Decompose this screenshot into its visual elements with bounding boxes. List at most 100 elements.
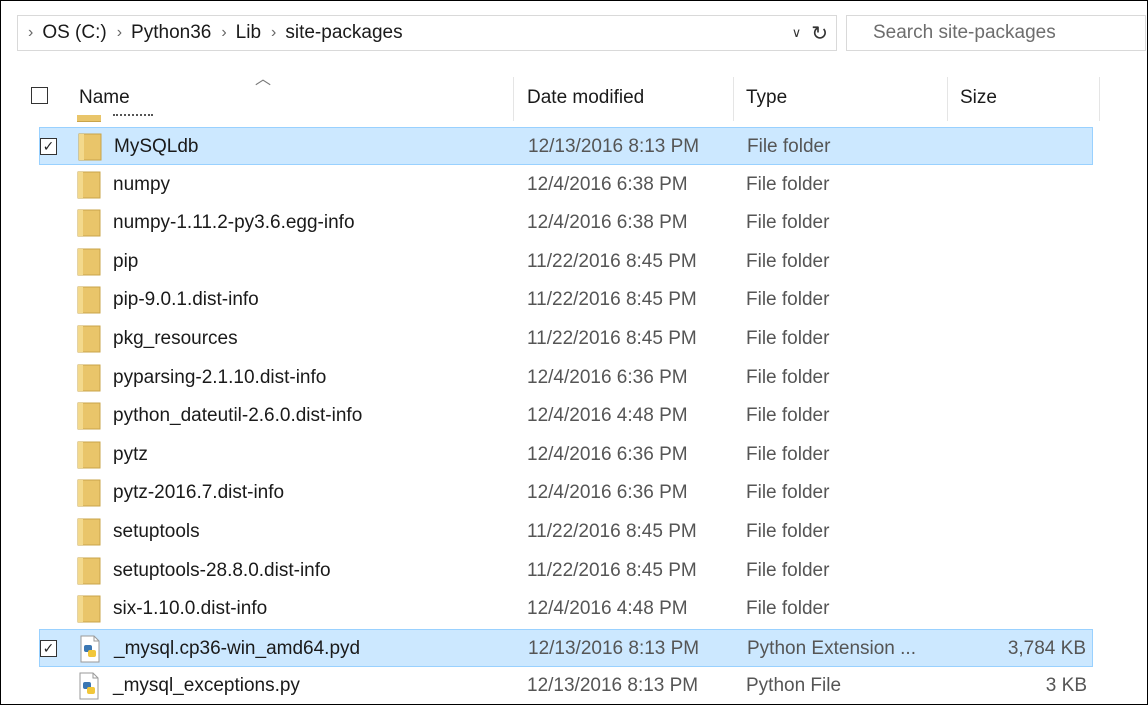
folder-icon — [77, 364, 101, 392]
file-size: 3,784 KB — [1007, 637, 1086, 659]
sort-ascending-icon: ︿ — [255, 71, 272, 88]
file-row[interactable]: pkg_resources 11/22/2016 8:45 PM File fold… — [39, 320, 1093, 358]
chevron-right-icon[interactable]: › — [271, 24, 276, 42]
python-file-icon — [77, 672, 101, 700]
search-input[interactable] — [873, 22, 1133, 44]
file-row[interactable]: numpy-1.11.2-py3.6.egg-info 12/4/2016 6:3… — [39, 204, 1093, 242]
column-size[interactable]: Size — [960, 87, 997, 109]
file-size: 3 KB — [1045, 675, 1087, 697]
file-row[interactable]: setuptools 11/22/2016 8:45 PM File folder — [39, 513, 1093, 551]
file-name: pip — [113, 250, 139, 272]
folder-icon — [77, 248, 101, 276]
chevron-right-icon[interactable]: › — [117, 24, 122, 42]
file-row[interactable]: python_dateutil-2.6.0.dist-info 12/4/2016… — [39, 397, 1093, 435]
breadcrumb-site-packages[interactable]: site-packages — [285, 22, 402, 44]
breadcrumb-drive[interactable]: OS (C:) — [42, 22, 106, 44]
file-row[interactable]: setuptools-28.8.0.dist-info 11/22/2016 8:… — [39, 552, 1093, 590]
file-name: numpy — [113, 173, 171, 195]
file-date-modified: 12/13/2016 8:13 PM — [527, 675, 699, 697]
file-date-modified: 11/22/2016 8:45 PM — [527, 559, 697, 581]
search-box[interactable] — [846, 15, 1146, 51]
file-type: File folder — [746, 598, 830, 620]
file-type: File folder — [746, 212, 830, 234]
file-row[interactable]: six-1.10.0.dist-info 12/4/2016 4:48 PM Fil… — [39, 590, 1093, 628]
column-divider[interactable] — [513, 77, 514, 121]
column-name[interactable]: Name — [79, 87, 130, 109]
folder-icon — [77, 286, 101, 314]
folder-icon — [77, 115, 101, 122]
file-date-modified: 11/22/2016 8:45 PM — [527, 521, 697, 542]
column-type[interactable]: Type — [746, 87, 787, 109]
file-date-modified: 12/4/2016 4:48 PM — [527, 405, 688, 427]
file-name: setuptools — [113, 521, 200, 542]
file-type: Python File — [746, 675, 842, 697]
file-type: File folder — [746, 366, 830, 388]
file-date-modified: 11/22/2016 8:45 PM — [527, 250, 697, 272]
file-explorer-window: › OS (C:) › Python36 › Lib › site-packag… — [0, 0, 1148, 705]
breadcrumb-lib[interactable]: Lib — [236, 22, 261, 44]
folder-icon — [77, 171, 101, 199]
file-date-modified: 12/4/2016 6:36 PM — [527, 482, 688, 504]
file-row[interactable]: ✓ _mysql.cp36-win_amd64.pyd 12/13/2016 8:1… — [39, 628, 1093, 667]
select-all-checkbox[interactable] — [31, 87, 48, 104]
file-name: MySQLdb — [114, 136, 199, 157]
file-row[interactable]: numpy 12/4/2016 6:38 PM File folder — [39, 166, 1093, 204]
partial-row-text — [113, 114, 153, 120]
file-row[interactable]: ✓ MySQLdb 12/13/2016 8:13 PM File folder — [39, 127, 1093, 165]
column-divider[interactable] — [947, 77, 948, 121]
column-divider[interactable] — [1099, 77, 1100, 121]
file-type: File folder — [747, 136, 831, 157]
file-row[interactable]: pytz-2016.7.dist-info 12/4/2016 6:36 PM Fi… — [39, 474, 1093, 512]
file-row[interactable]: pyparsing-2.1.10.dist-info 12/4/2016 6:36… — [39, 359, 1093, 397]
row-checkbox[interactable]: ✓ — [40, 138, 57, 155]
folder-icon — [77, 518, 101, 546]
file-type: File folder — [746, 521, 830, 542]
file-date-modified: 12/4/2016 6:36 PM — [527, 443, 688, 465]
file-name: numpy-1.11.2-py3.6.egg-info — [113, 212, 355, 234]
folder-icon — [77, 441, 101, 469]
navigation-bar: › OS (C:) › Python36 › Lib › site-packag… — [1, 1, 1147, 51]
file-date-modified: 12/4/2016 6:38 PM — [527, 173, 688, 195]
file-name: pytz — [113, 443, 148, 465]
file-name: _mysql.cp36-win_amd64.pyd — [114, 637, 361, 659]
file-date-modified: 12/13/2016 8:13 PM — [528, 637, 700, 659]
folder-icon — [77, 325, 101, 353]
file-name: pkg_resources — [113, 328, 238, 349]
chevron-right-icon[interactable]: › — [221, 24, 226, 42]
folder-icon — [78, 133, 102, 161]
file-row[interactable]: pip-9.0.1.dist-info 11/22/2016 8:45 PM Fil… — [39, 281, 1093, 319]
file-name: pip-9.0.1.dist-info — [113, 289, 259, 311]
column-date-modified[interactable]: Date modified — [527, 87, 644, 109]
file-type: File folder — [746, 328, 830, 349]
file-type: File folder — [746, 173, 830, 195]
file-date-modified: 11/22/2016 8:45 PM — [527, 289, 697, 311]
address-bar[interactable]: › OS (C:) › Python36 › Lib › site-packag… — [17, 15, 837, 51]
file-name: _mysql_exceptions.py — [113, 675, 300, 697]
file-name: pytz-2016.7.dist-info — [113, 482, 285, 504]
file-row[interactable]: pytz 12/4/2016 6:36 PM File folder — [39, 436, 1093, 474]
folder-icon — [77, 402, 101, 430]
column-divider[interactable] — [733, 77, 734, 121]
file-row[interactable]: _mysql_exceptions.py 12/13/2016 8:13 PM Py… — [39, 667, 1093, 704]
chevron-down-icon[interactable]: ∨ — [792, 25, 802, 41]
python-file-icon — [78, 635, 102, 663]
row-checkbox[interactable]: ✓ — [40, 639, 57, 657]
file-type: File folder — [746, 482, 830, 504]
file-date-modified: 12/4/2016 6:38 PM — [527, 212, 688, 234]
file-date-modified: 12/4/2016 6:36 PM — [527, 366, 688, 388]
file-name: pyparsing-2.1.10.dist-info — [113, 366, 327, 388]
refresh-icon[interactable]: ↻ — [811, 21, 828, 46]
file-type: File folder — [746, 289, 830, 311]
folder-icon — [77, 479, 101, 507]
file-type: File folder — [746, 250, 830, 272]
file-type: File folder — [746, 559, 830, 581]
breadcrumb-python36[interactable]: Python36 — [131, 22, 211, 44]
folder-icon — [77, 557, 101, 585]
file-name: python_dateutil-2.6.0.dist-info — [113, 405, 363, 427]
chevron-right-icon[interactable]: › — [28, 24, 33, 42]
file-row[interactable]: pip 11/22/2016 8:45 PM File folder — [39, 243, 1093, 281]
file-name: setuptools-28.8.0.dist-info — [113, 559, 331, 581]
file-date-modified: 11/22/2016 8:45 PM — [527, 328, 697, 349]
folder-icon — [77, 209, 101, 237]
file-type: File folder — [746, 405, 830, 427]
